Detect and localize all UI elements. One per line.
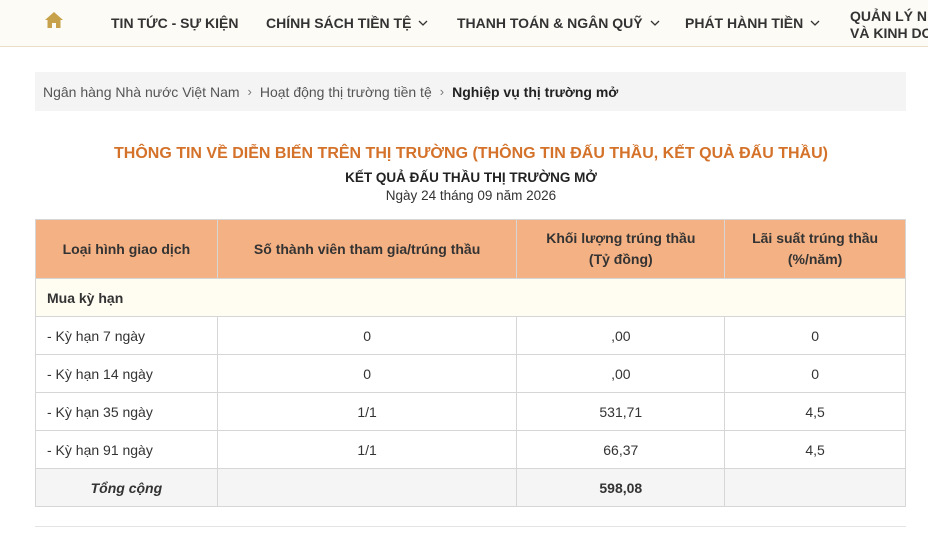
nav-item-label: TIN TỨC - SỰ KIỆN	[111, 15, 239, 31]
cell-members: 0	[216, 316, 518, 355]
header-text: Số thành viên tham gia/trúng thầu	[253, 240, 481, 257]
table-row: - Kỳ hạn 14 ngày 0 ,00 0	[35, 354, 906, 393]
total-label: Tổng cộng	[35, 468, 218, 507]
divider	[35, 526, 906, 527]
nav-item-label-line2: VÀ KINH DOA	[850, 25, 928, 41]
page-title: THÔNG TIN VỀ DIỄN BIẾN TRÊN THỊ TRƯỜNG (…	[113, 145, 828, 162]
nav-item-label: CHÍNH SÁCH TIỀN TỆ	[266, 15, 412, 31]
nav-item-monetary-policy[interactable]: CHÍNH SÁCH TIỀN TỆ	[266, 15, 429, 31]
cell-volume: 531,71	[516, 392, 726, 431]
total-rate	[724, 468, 906, 507]
nav-item-payments-treasury[interactable]: THANH TOÁN & NGÂN QUỸ	[457, 15, 661, 31]
cell-term: - Kỳ hạn 7 ngày	[35, 316, 218, 355]
header-unit: (Tỷ đồng)	[588, 251, 653, 267]
breadcrumb-link-home[interactable]: Ngân hàng Nhà nước Việt Nam	[43, 84, 240, 100]
total-members	[216, 468, 518, 507]
header-unit: (%/năm)	[787, 251, 843, 267]
column-header-transaction-type: Loại hình giao dịch	[35, 219, 218, 279]
table-row: - Kỳ hạn 35 ngày 1/1 531,71 4,5	[35, 392, 906, 431]
chevron-down-icon	[650, 20, 660, 26]
cell-rate: 4,5	[724, 392, 906, 431]
cell-members: 1/1	[216, 430, 518, 469]
cell-rate: 0	[724, 316, 906, 355]
chevron-down-icon	[810, 20, 820, 26]
cell-volume: 66,37	[516, 430, 726, 469]
chevron-down-icon	[418, 20, 428, 26]
nav-item-label: PHÁT HÀNH TIỀN	[685, 15, 804, 31]
total-volume: 598,08	[516, 468, 726, 507]
nav-item-currency-issuance[interactable]: PHÁT HÀNH TIỀN	[685, 15, 821, 31]
column-header-rate: Lãi suất trúng thầu (%/năm)	[724, 219, 906, 279]
chevron-right-icon: ›	[439, 84, 445, 99]
nav-item-news[interactable]: TIN TỨC - SỰ KIỆN	[111, 15, 238, 31]
cell-term: - Kỳ hạn 35 ngày	[35, 392, 218, 431]
table-header-row: Loại hình giao dịch Số thành viên tham g…	[35, 219, 906, 279]
header-text: Loại hình giao dịch	[62, 240, 191, 257]
total-row: Tổng cộng 598,08	[35, 468, 906, 507]
auction-date: Ngày 24 tháng 09 năm 2026	[385, 188, 557, 203]
cell-rate: 4,5	[724, 430, 906, 469]
page-subtitle: KẾT QUẢ ĐẤU THẦU THỊ TRƯỜNG MỞ	[345, 170, 597, 185]
top-navigation: TIN TỨC - SỰ KIỆN CHÍNH SÁCH TIỀN TỆ THA…	[0, 0, 928, 47]
table-row: - Kỳ hạn 7 ngày 0 ,00 0	[35, 316, 906, 355]
group-label: Mua kỳ hạn	[35, 278, 906, 317]
header-text: Lãi suất trúng thầu	[752, 230, 879, 246]
cell-members: 0	[216, 354, 518, 393]
header-text: Khối lượng trúng thầu	[546, 230, 696, 246]
cell-term: - Kỳ hạn 91 ngày	[35, 430, 218, 469]
home-icon[interactable]	[44, 10, 64, 30]
cell-members: 1/1	[216, 392, 518, 431]
auction-results-table: Loại hình giao dịch Số thành viên tham g…	[35, 219, 906, 507]
breadcrumb-link-money-market[interactable]: Hoạt động thị trường tiền tệ	[260, 84, 432, 100]
breadcrumb: Ngân hàng Nhà nước Việt Nam › Hoạt động …	[35, 72, 906, 111]
chevron-right-icon: ›	[247, 84, 252, 99]
group-row: Mua kỳ hạn	[35, 278, 906, 317]
cell-rate: 0	[724, 354, 906, 393]
nav-item-label-line1: QUẢN LÝ N	[850, 8, 927, 24]
column-header-members: Số thành viên tham gia/trúng thầu	[216, 219, 518, 279]
nav-item-label: THANH TOÁN & NGÂN QUỸ	[457, 15, 643, 31]
nav-item-management[interactable]: QUẢN LÝ N VÀ KINH DOA	[850, 8, 928, 42]
cell-term: - Kỳ hạn 14 ngày	[35, 354, 218, 393]
cell-volume: ,00	[516, 354, 726, 393]
table-row: - Kỳ hạn 91 ngày 1/1 66,37 4,5	[35, 430, 906, 469]
column-header-volume: Khối lượng trúng thầu (Tỷ đồng)	[516, 219, 726, 279]
cell-volume: ,00	[516, 316, 726, 355]
breadcrumb-current: Nghiệp vụ thị trường mở	[452, 83, 619, 100]
